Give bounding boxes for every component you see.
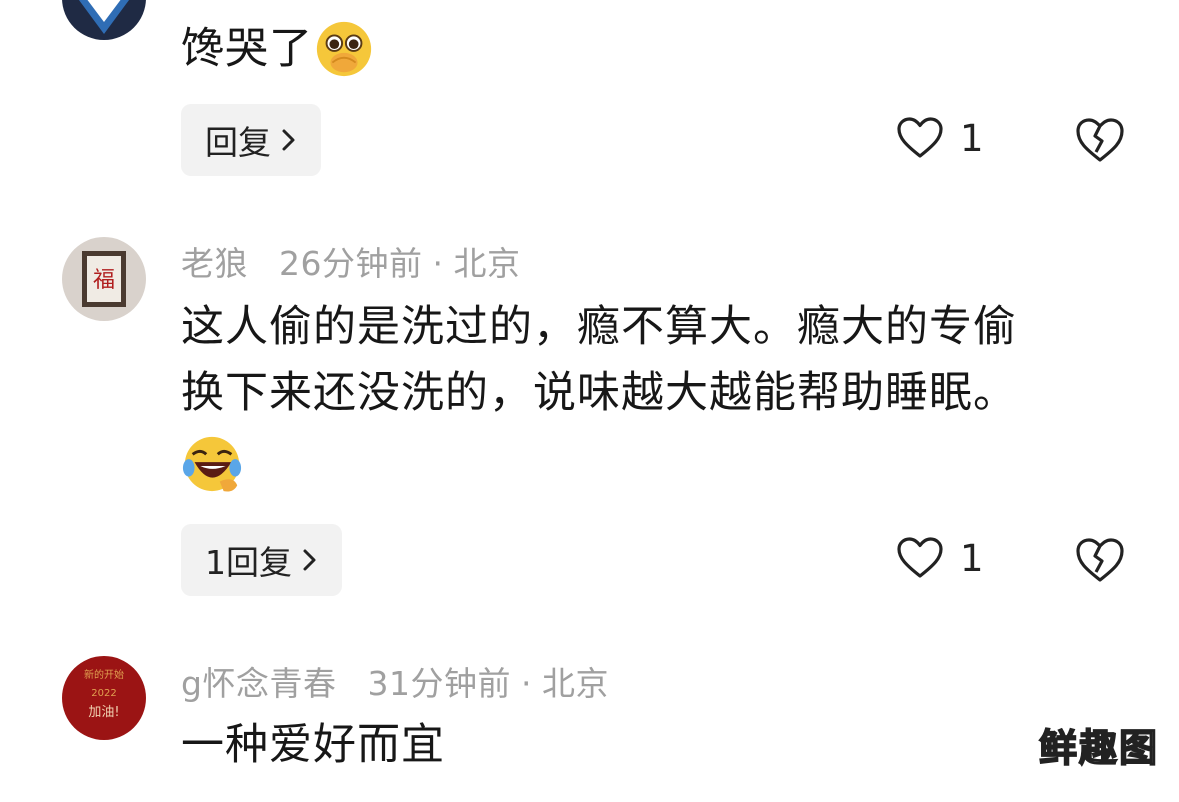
like-button[interactable]: 1 xyxy=(896,116,984,160)
svg-text:加油!: 加油! xyxy=(88,705,119,720)
broken-heart-icon[interactable] xyxy=(1074,116,1126,164)
avatar[interactable]: 福 xyxy=(62,237,146,321)
like-button[interactable]: 1 xyxy=(896,536,984,580)
svg-text:2022: 2022 xyxy=(91,688,116,699)
watermark: 鲜趣图 xyxy=(1038,725,1159,771)
view-replies-button[interactable]: 1回复 xyxy=(181,524,342,596)
svg-text:新的开始: 新的开始 xyxy=(84,668,124,681)
svg-text:福: 福 xyxy=(93,268,115,293)
avatar-image: 新的开始 2022 加油! xyxy=(62,656,146,740)
comment-text: 馋哭了 xyxy=(181,16,375,82)
comment-text: 一种爱好而宜 xyxy=(181,720,445,770)
comment-meta: 老狼 26分钟前 · 北京 xyxy=(181,244,521,283)
username[interactable]: g怀念青春 xyxy=(181,664,336,703)
avatar[interactable] xyxy=(62,0,146,40)
location: 北京 xyxy=(453,244,521,283)
timestamp: 31分钟前 xyxy=(367,664,511,703)
avatar-image xyxy=(62,0,146,40)
avatar-image: 福 xyxy=(62,237,146,321)
chevron-right-icon xyxy=(303,549,316,571)
heart-icon xyxy=(897,117,943,158)
comment-text: 这人偷的是洗过的，瘾不算大。瘾大的专偷 换下来还没洗的，说味越大越能帮助睡眠。 xyxy=(181,294,1017,495)
chevron-right-icon xyxy=(282,129,295,151)
laughing-crying-emoji xyxy=(182,436,242,492)
comment-meta: g怀念青春 31分钟前 · 北京 xyxy=(181,664,609,703)
avatar[interactable]: 新的开始 2022 加油! xyxy=(62,656,146,740)
username[interactable]: 老狼 xyxy=(181,244,248,283)
location: 北京 xyxy=(541,664,609,703)
timestamp: 26分钟前 xyxy=(279,244,423,283)
heart-icon xyxy=(897,537,943,578)
broken-heart-icon[interactable] xyxy=(1074,536,1126,584)
reply-button[interactable]: 回复 xyxy=(181,104,321,176)
pleading-emoji xyxy=(316,21,372,77)
